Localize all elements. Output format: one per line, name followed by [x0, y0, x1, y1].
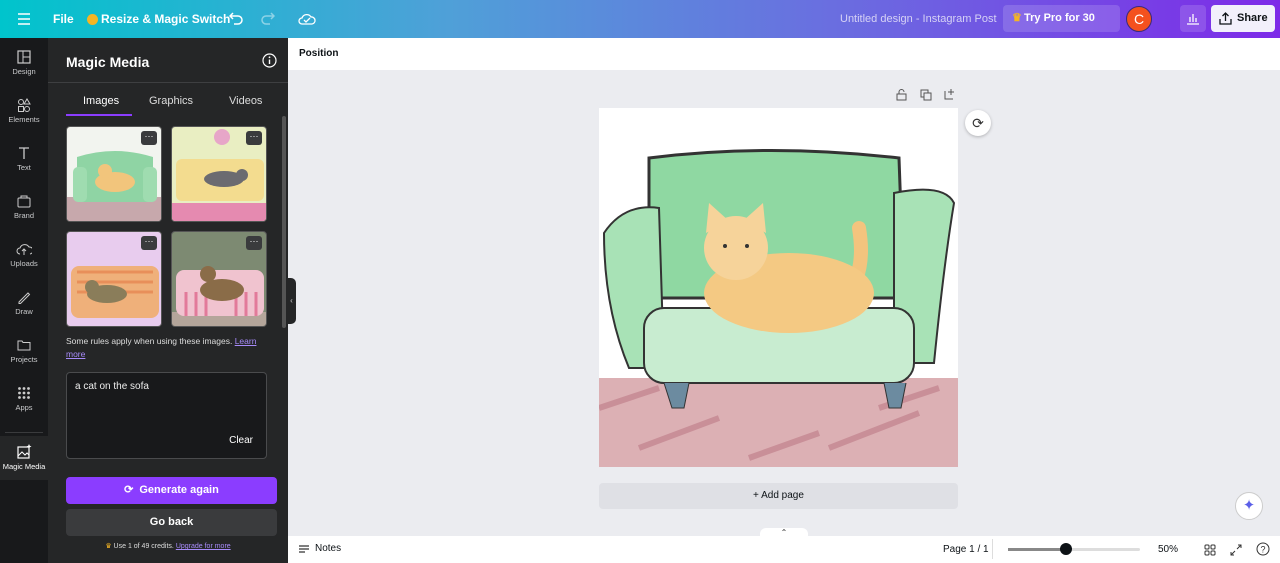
rail-item-projects[interactable]: Projects [0, 330, 48, 378]
crown-icon [87, 13, 98, 25]
undo-icon[interactable] [229, 11, 245, 25]
top-bar: File Resize & Magic Switch Untitled desi… [0, 0, 1280, 51]
generated-image-3[interactable]: ··· [66, 231, 162, 327]
cloud-saved-icon[interactable] [298, 11, 316, 25]
active-tab-indicator [66, 114, 132, 116]
menu-icon[interactable] [17, 12, 31, 26]
more-options-button[interactable]: ··· [246, 131, 262, 145]
more-options-button[interactable]: ··· [246, 236, 262, 250]
rail-item-brand[interactable]: Brand [0, 186, 48, 234]
rail-item-elements[interactable]: Elements [0, 90, 48, 138]
tab-videos[interactable]: Videos [229, 95, 262, 107]
rail-item-draw[interactable]: Draw [0, 282, 48, 330]
bar-chart-icon [1187, 14, 1199, 25]
design-page[interactable] [599, 108, 958, 467]
clear-button[interactable]: Clear [229, 435, 253, 446]
generated-image-4[interactable]: ··· [171, 231, 267, 327]
prompt-text: a cat on the sofa [75, 381, 149, 392]
file-menu[interactable]: File [53, 12, 74, 26]
duplicate-icon[interactable] [920, 89, 932, 101]
tab-graphics[interactable]: Graphics [149, 95, 193, 107]
go-back-button[interactable]: Go back [66, 509, 277, 536]
notes-icon [299, 544, 309, 553]
rail-item-apps[interactable]: Apps [0, 378, 48, 426]
text-icon [19, 147, 29, 159]
rail-item-uploads[interactable]: Uploads [0, 234, 48, 282]
magic-image-icon [16, 444, 31, 459]
divider [992, 539, 993, 559]
share-icon [1219, 12, 1232, 25]
help-icon[interactable]: ? [1256, 542, 1270, 556]
magic-assistant-button[interactable]: ✦ [1235, 492, 1263, 520]
rail-item-text[interactable]: Text [0, 138, 48, 186]
add-page-button[interactable]: + Add page [599, 483, 958, 509]
more-options-button[interactable]: ··· [141, 236, 157, 250]
resize-button[interactable]: Resize & Magic Switch [87, 12, 230, 26]
zoom-slider-fill [1008, 548, 1063, 551]
sparkle-icon: ✦ [1242, 497, 1256, 514]
notes-button[interactable]: Notes [298, 543, 341, 554]
info-icon[interactable] [262, 53, 277, 68]
fullscreen-icon[interactable] [1230, 544, 1242, 556]
grid-icon [18, 387, 30, 399]
folder-icon [17, 340, 31, 351]
generate-again-button[interactable]: ⟳ Generate again [66, 477, 277, 504]
add-page-icon[interactable] [944, 88, 956, 100]
position-button[interactable]: Position [299, 48, 338, 59]
brand-icon [17, 195, 31, 208]
magic-media-panel: Magic Media Images Graphics Videos ··· ·… [48, 38, 288, 563]
more-options-button[interactable]: ··· [141, 131, 157, 145]
rail-item-magic-media[interactable]: Magic Media [0, 436, 48, 480]
grid-view-icon[interactable] [1204, 544, 1216, 556]
magic-refresh-button[interactable]: ⟳ [965, 110, 991, 136]
share-button[interactable]: Share [1211, 5, 1275, 32]
zoom-slider-handle[interactable] [1060, 543, 1073, 555]
crown-icon: ♛ [1012, 12, 1022, 24]
panel-title: Magic Media [66, 54, 150, 70]
pen-icon [18, 292, 31, 304]
upgrade-link[interactable]: Upgrade for more [176, 543, 231, 550]
collapse-panel-button[interactable]: ‹ [287, 278, 296, 324]
layout-icon [17, 50, 31, 64]
rail-divider [5, 432, 43, 433]
divider [48, 82, 288, 83]
tab-images[interactable]: Images [83, 95, 119, 107]
redo-icon[interactable] [259, 11, 275, 25]
credits-text: ♛ Use 1 of 49 credits. Upgrade for more [105, 543, 231, 550]
prompt-input[interactable]: a cat on the sofa Clear [66, 372, 267, 459]
cat-on-sofa-image [599, 149, 958, 467]
cloud-upload-icon [16, 244, 32, 255]
zoom-slider[interactable] [1008, 543, 1140, 555]
generated-image-2[interactable]: ··· [171, 126, 267, 222]
rules-text: Some rules apply when using these images… [66, 336, 257, 359]
lock-icon[interactable] [896, 89, 907, 101]
side-rail: Design Elements Text Brand Uploads Draw … [0, 38, 48, 563]
zoom-level[interactable]: 50% [1158, 544, 1178, 555]
page-indicator[interactable]: Page 1 / 1 [943, 544, 989, 555]
shapes-icon [18, 98, 31, 112]
design-title[interactable]: Untitled design - Instagram Post [840, 13, 997, 25]
context-toolbar: Position [288, 38, 1280, 70]
svg-text:?: ? [1260, 545, 1265, 555]
avatar[interactable]: C [1126, 6, 1152, 32]
panel-scrollbar[interactable] [282, 116, 286, 328]
insights-button[interactable] [1180, 5, 1206, 32]
footer-bar: Notes Page 1 / 1 50% ? [288, 536, 1280, 563]
rail-item-design[interactable]: Design [0, 42, 48, 90]
crown-icon: ♛ [105, 543, 112, 550]
refresh-icon: ⟳ [124, 484, 134, 496]
generated-image-1[interactable]: ··· [66, 126, 162, 222]
try-pro-button[interactable]: ♛Try Pro for 30 days [1003, 5, 1120, 51]
rotate-icon: ⟳ [972, 115, 984, 131]
